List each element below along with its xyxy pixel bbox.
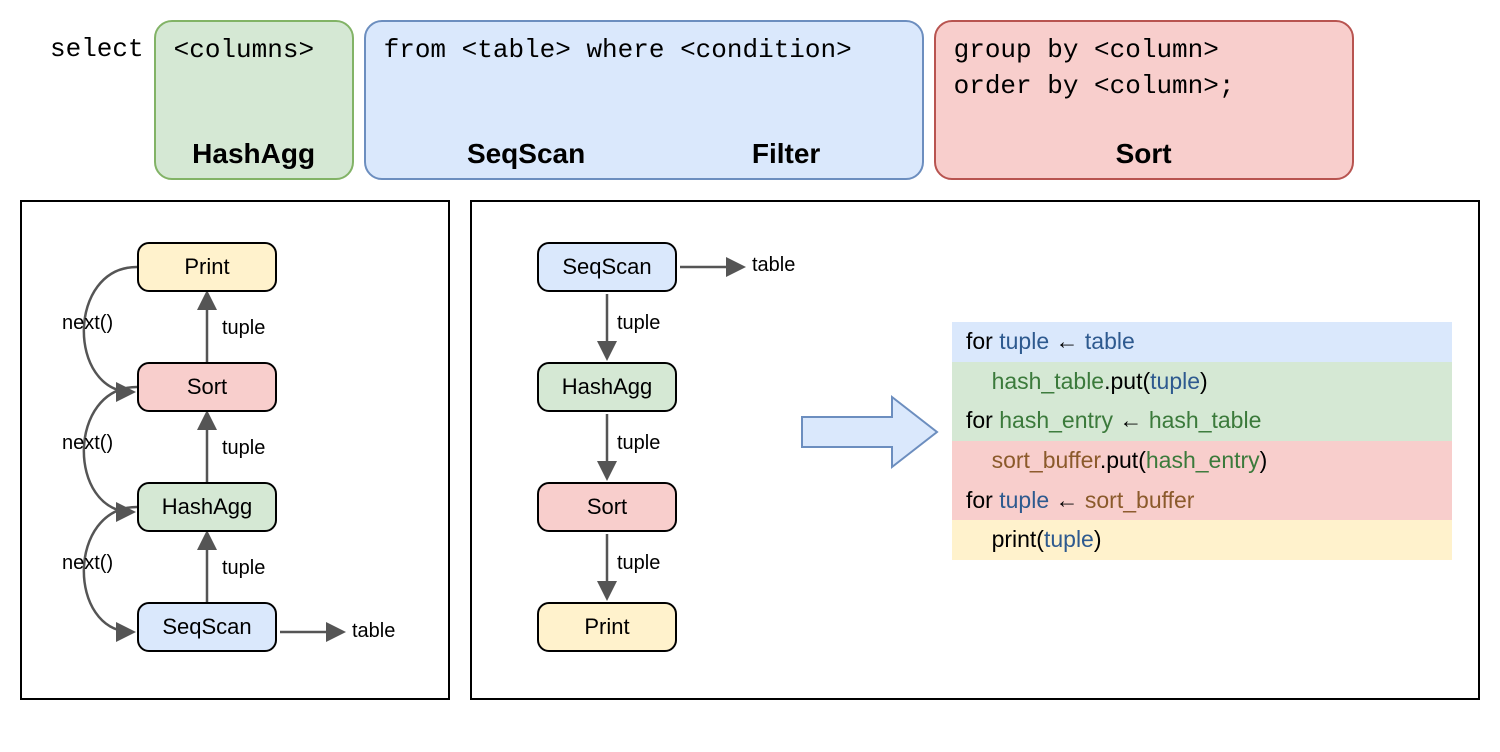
code-line-2: hash_table.put(tuple) — [952, 362, 1452, 402]
columns-code: <columns> — [174, 32, 334, 68]
next-label-3: next() — [62, 552, 113, 575]
orderby-code: order by <column>; — [954, 68, 1334, 104]
group-box: group by <column> order by <column>; Sor… — [934, 20, 1354, 180]
next-label-1: next() — [62, 312, 113, 335]
columns-box: <columns> HashAgg — [154, 20, 354, 180]
columns-op: HashAgg — [174, 138, 334, 170]
code-line-1: for tuple ← table — [952, 322, 1452, 362]
table-label: table — [352, 620, 395, 643]
print-node-r: Print — [537, 602, 677, 652]
from-box: from <table> where <condition> SeqScan F… — [364, 20, 924, 180]
print-node: Print — [137, 242, 277, 292]
seqscan-op: SeqScan — [467, 138, 585, 170]
sort-node: Sort — [137, 362, 277, 412]
hashagg-node-r: HashAgg — [537, 362, 677, 412]
tuple-r-3: tuple — [617, 552, 660, 575]
tuple-r-1: tuple — [617, 312, 660, 335]
code-line-6: print(tuple) — [952, 520, 1452, 560]
tuple-label-1: tuple — [222, 317, 265, 340]
select-keyword: select — [50, 20, 144, 64]
sql-annotation: select <columns> HashAgg from <table> wh… — [50, 20, 1480, 180]
hashagg-node: HashAgg — [137, 482, 277, 532]
big-arrow-icon — [802, 397, 937, 467]
seqscan-node: SeqScan — [137, 602, 277, 652]
tuple-r-2: tuple — [617, 432, 660, 455]
table-r: table — [752, 254, 795, 277]
code-line-3: for hash_entry ← hash_table — [952, 401, 1452, 441]
next-label-2: next() — [62, 432, 113, 455]
left-panel: Print Sort HashAgg SeqScan next() next()… — [20, 200, 450, 700]
tuple-label-2: tuple — [222, 437, 265, 460]
sort-op: Sort — [954, 138, 1334, 170]
pseudocode: for tuple ← table hash_table.put(tuple) … — [952, 322, 1452, 560]
tuple-label-3: tuple — [222, 557, 265, 580]
sort-node-r: Sort — [537, 482, 677, 532]
code-line-4: sort_buffer.put(hash_entry) — [952, 441, 1452, 481]
from-code: from <table> where <condition> — [384, 32, 904, 68]
right-panel: SeqScan HashAgg Sort Print tuple tuple t… — [470, 200, 1480, 700]
filter-op: Filter — [752, 138, 820, 170]
groupby-code: group by <column> — [954, 32, 1334, 68]
seqscan-node-r: SeqScan — [537, 242, 677, 292]
bottom-row: Print Sort HashAgg SeqScan next() next()… — [20, 200, 1480, 700]
code-line-5: for tuple ← sort_buffer — [952, 481, 1452, 521]
